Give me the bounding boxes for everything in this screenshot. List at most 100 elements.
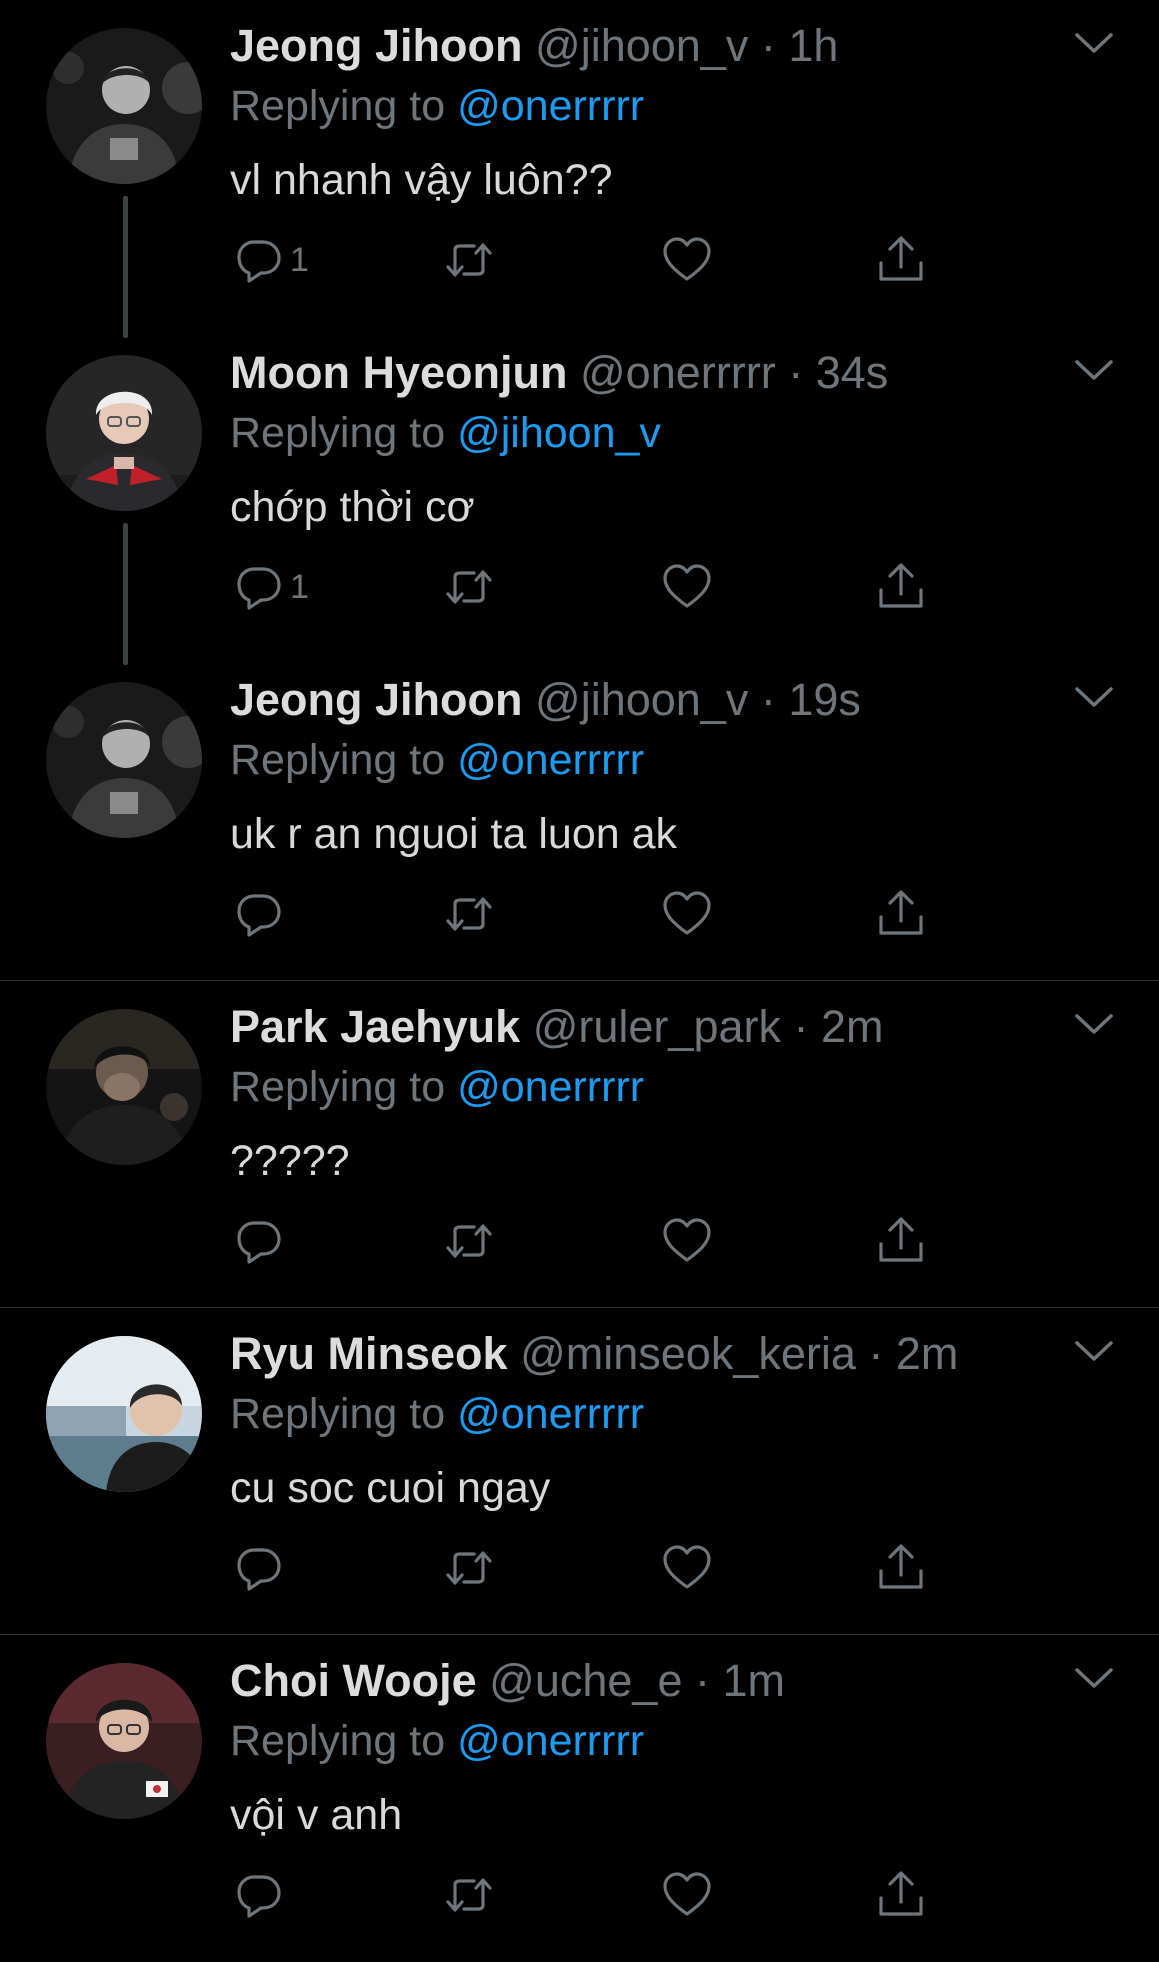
- reply-button[interactable]: [232, 1536, 290, 1600]
- timestamp[interactable]: 34s: [816, 347, 889, 398]
- timestamp[interactable]: 2m: [896, 1328, 959, 1379]
- tweet[interactable]: Park Jaehyuk @ruler_park · 2m Replying t…: [0, 981, 1159, 1308]
- avatar-photo: [46, 1009, 202, 1165]
- speech-bubble-icon: [237, 894, 281, 937]
- tweet[interactable]: Ryu Minseok @minseok_keria · 2m Replying…: [0, 1308, 1159, 1635]
- timestamp[interactable]: 1m: [723, 1655, 786, 1706]
- avatar[interactable]: [46, 1009, 202, 1165]
- chevron-down-icon[interactable]: [1073, 1011, 1115, 1037]
- chevron-down-icon[interactable]: [1073, 684, 1115, 710]
- timestamp[interactable]: 19s: [788, 674, 861, 725]
- retweet-button[interactable]: [442, 1863, 496, 1927]
- display-name[interactable]: Jeong Jihoon: [230, 674, 523, 725]
- user-handle[interactable]: @ruler_park: [533, 1001, 781, 1052]
- like-button[interactable]: [660, 882, 714, 946]
- avatar-photo: [46, 1663, 202, 1819]
- avatar[interactable]: [46, 28, 202, 184]
- action-bar: 1: [0, 555, 1159, 619]
- like-button[interactable]: [660, 1536, 714, 1600]
- retweet-button[interactable]: [442, 1536, 496, 1600]
- share-button[interactable]: [874, 882, 928, 946]
- heart-icon: [663, 1218, 711, 1262]
- tweet-header: Park Jaehyuk @ruler_park · 2m: [230, 1001, 884, 1052]
- avatar[interactable]: [46, 355, 202, 511]
- tweet-text: chớp thời cơ: [230, 483, 475, 531]
- tweet-header: Moon Hyeonjun @onerrrrr · 34s: [230, 347, 889, 398]
- display-name[interactable]: Park Jaehyuk: [230, 1001, 520, 1052]
- user-handle[interactable]: @minseok_keria: [520, 1328, 856, 1379]
- display-name[interactable]: Moon Hyeonjun: [230, 347, 567, 398]
- reply-button[interactable]: 1: [232, 555, 309, 619]
- share-button[interactable]: [874, 555, 928, 619]
- reply-count: 1: [290, 567, 309, 606]
- action-bar: 1: [0, 228, 1159, 292]
- tweet[interactable]: Jeong Jihoon @jihoon_v · 19s Replying to…: [0, 654, 1159, 981]
- retweet-button[interactable]: [442, 1209, 496, 1273]
- timestamp[interactable]: 2m: [821, 1001, 884, 1052]
- avatar-photo: [46, 28, 202, 184]
- speech-bubble-icon: [237, 1548, 281, 1591]
- action-bar: [0, 1863, 1159, 1927]
- chevron-down-icon[interactable]: [1073, 1338, 1115, 1364]
- tweet[interactable]: Moon Hyeonjun @onerrrrr · 34s Replying t…: [0, 327, 1159, 665]
- reply-button[interactable]: [232, 882, 290, 946]
- user-handle[interactable]: @uche_e: [489, 1655, 682, 1706]
- avatar-photo: [46, 355, 202, 511]
- tweet-text: vl nhanh vậy luôn??: [230, 156, 613, 204]
- replying-to-handle[interactable]: @onerrrrr: [457, 1390, 644, 1438]
- display-name[interactable]: Jeong Jihoon: [230, 20, 523, 71]
- reply-button[interactable]: 1: [232, 228, 309, 292]
- replying-to-handle[interactable]: @onerrrrr: [457, 82, 644, 130]
- share-button[interactable]: [874, 228, 928, 292]
- speech-bubble-icon: [237, 1221, 281, 1264]
- display-name[interactable]: Choi Wooje: [230, 1655, 477, 1706]
- share-button[interactable]: [874, 1209, 928, 1273]
- reply-button[interactable]: [232, 1209, 290, 1273]
- tweet-header: Ryu Minseok @minseok_keria · 2m: [230, 1328, 959, 1379]
- tweet-header: Choi Wooje @uche_e · 1m: [230, 1655, 786, 1706]
- user-handle[interactable]: @onerrrrr: [580, 347, 776, 398]
- replying-to-handle[interactable]: @jihoon_v: [457, 409, 661, 457]
- replying-to: Replying to @onerrrrr: [230, 1384, 644, 1444]
- display-name[interactable]: Ryu Minseok: [230, 1328, 508, 1379]
- replying-to: Replying to @onerrrrr: [230, 730, 644, 790]
- replying-to-label: Replying to: [230, 82, 446, 130]
- user-handle[interactable]: @jihoon_v: [535, 20, 748, 71]
- heart-icon: [663, 891, 711, 935]
- replying-to-handle[interactable]: @onerrrrr: [457, 736, 644, 784]
- tweet[interactable]: Jeong Jihoon @jihoon_v · 1h Replying to …: [0, 0, 1159, 338]
- retweet-button[interactable]: [442, 228, 496, 292]
- chevron-down-icon[interactable]: [1073, 1665, 1115, 1691]
- avatar[interactable]: [46, 1336, 202, 1492]
- reply-button[interactable]: [232, 1863, 290, 1927]
- chevron-down-icon[interactable]: [1073, 357, 1115, 383]
- replying-to-handle[interactable]: @onerrrrr: [457, 1063, 644, 1111]
- reply-count: 1: [290, 240, 309, 279]
- retweet-icon: [446, 243, 492, 277]
- share-button[interactable]: [874, 1863, 928, 1927]
- like-button[interactable]: [660, 1209, 714, 1273]
- tweet-header: Jeong Jihoon @jihoon_v · 19s: [230, 674, 861, 725]
- replying-to: Replying to @onerrrrr: [230, 76, 644, 136]
- like-button[interactable]: [660, 228, 714, 292]
- retweet-icon: [446, 897, 492, 931]
- replying-to-label: Replying to: [230, 1063, 446, 1111]
- share-button[interactable]: [874, 1536, 928, 1600]
- avatar-photo: [46, 1336, 202, 1492]
- user-handle[interactable]: @jihoon_v: [535, 674, 748, 725]
- retweet-button[interactable]: [442, 555, 496, 619]
- like-button[interactable]: [660, 1863, 714, 1927]
- timestamp[interactable]: 1h: [788, 20, 838, 71]
- avatar[interactable]: [46, 1663, 202, 1819]
- share-icon: [879, 1217, 923, 1262]
- tweet[interactable]: Choi Wooje @uche_e · 1m Replying to @one…: [0, 1635, 1159, 1962]
- replying-to-handle[interactable]: @onerrrrr: [457, 1717, 644, 1765]
- retweet-button[interactable]: [442, 882, 496, 946]
- replying-to: Replying to @jihoon_v: [230, 403, 661, 463]
- tweet-text: uk r an nguoi ta luon ak: [230, 810, 678, 858]
- chevron-down-icon[interactable]: [1073, 30, 1115, 56]
- like-button[interactable]: [660, 555, 714, 619]
- heart-icon: [663, 1872, 711, 1916]
- avatar[interactable]: [46, 682, 202, 838]
- replying-to: Replying to @onerrrrr: [230, 1711, 644, 1771]
